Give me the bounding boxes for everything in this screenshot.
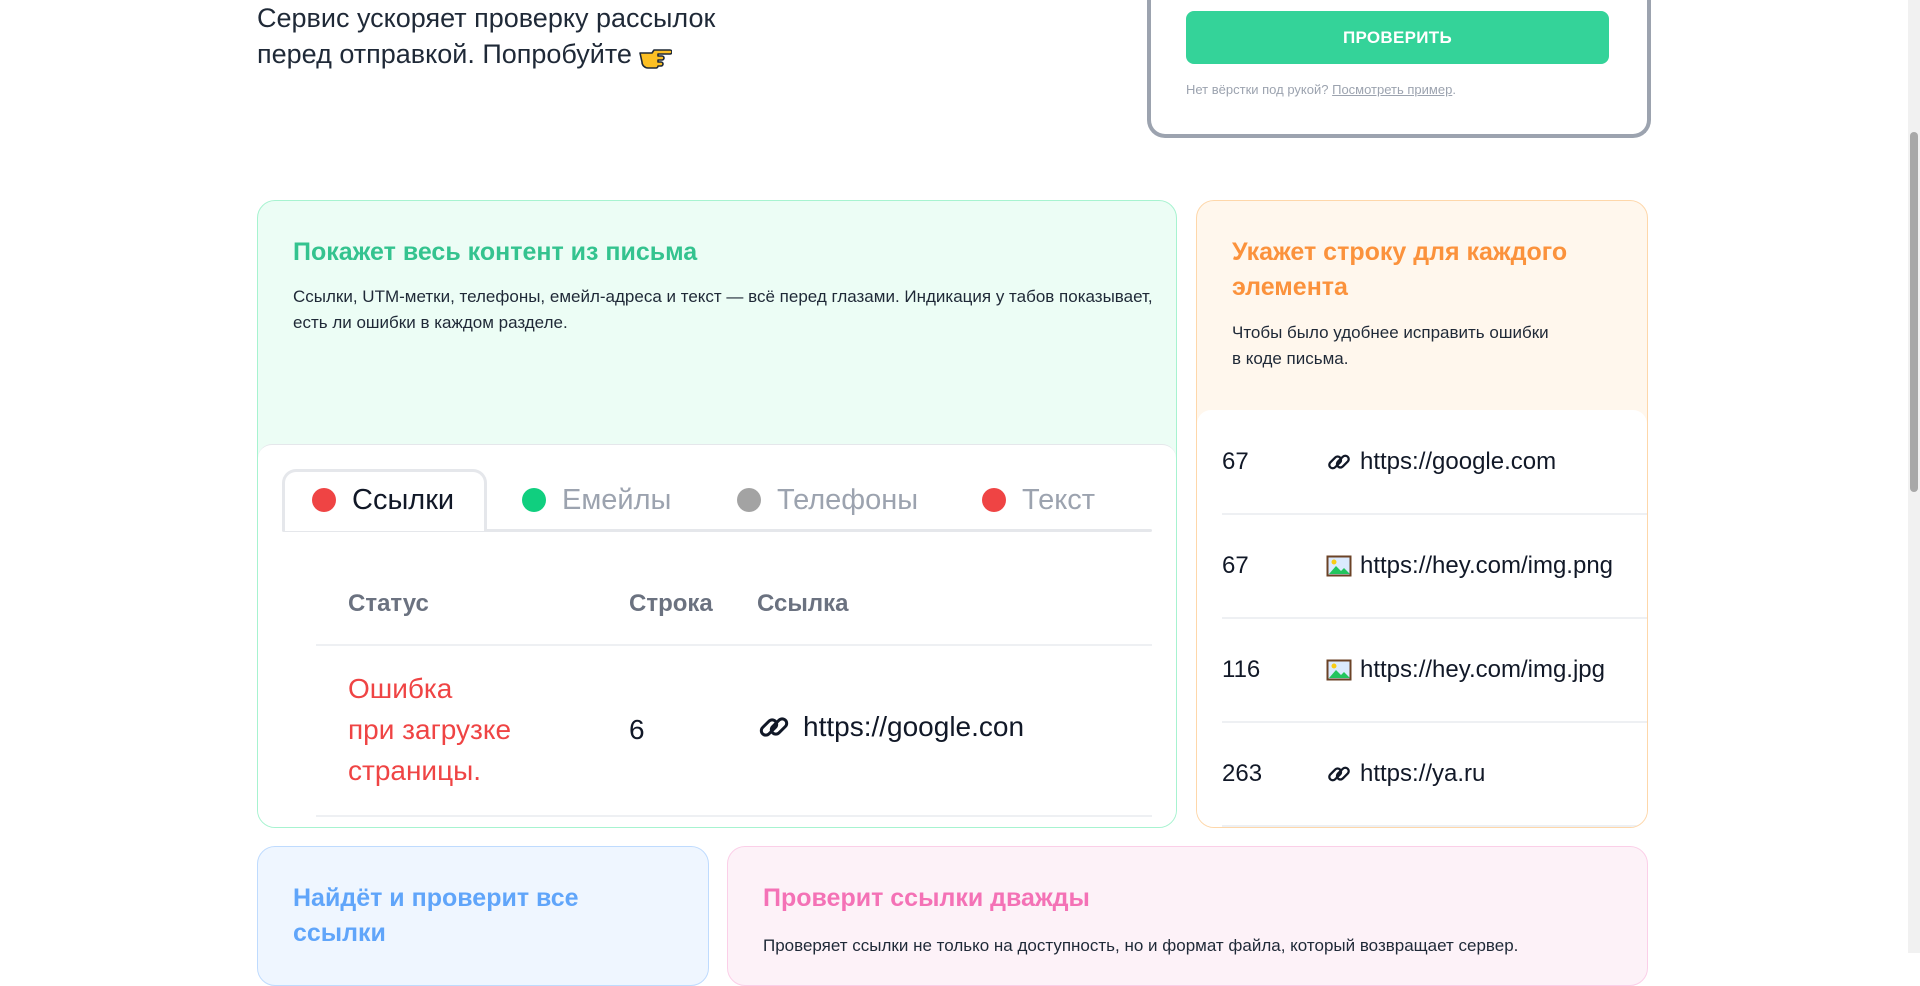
line-number: 263 [1222,759,1263,787]
list-item-link[interactable]: https://hey.com/img.jpg [1326,618,1605,721]
empty-indicator-dot [737,488,761,512]
error-indicator-dot [312,488,336,512]
list-item-link[interactable]: https://ya.ru [1326,722,1485,825]
list-item: 67 https://hey.com/img.png [1222,514,1647,619]
line-feature-card: Укажет строку для каждого элемента Чтобы… [1196,200,1648,828]
intro-text: Сервис ускоряет проверку рассылок перед … [257,0,817,72]
row-link[interactable]: https://google.con [757,710,1024,744]
content-card-title: Покажет весь контент из письма [293,238,698,266]
image-icon [1326,553,1352,579]
double-check-card-description: Проверяет ссылки не только на доступност… [763,936,1519,955]
status-error-text: Ошибка при загрузке страницы. [348,673,512,786]
no-markup-hint: Нет вёрстки под рукой? Посмотреть пример… [1186,82,1456,97]
line-card-description: Чтобы было удобнее исправить ошибки в ко… [1232,323,1549,368]
content-feature-card: Покажет весь контент из письма Ссылки, U… [257,200,1177,828]
line-number: 67 [1222,447,1249,475]
link-icon [757,710,791,744]
list-item: 263 https://ya.ru [1222,722,1647,827]
scrollbar-thumb[interactable] [1910,132,1918,492]
table-row-separator [316,815,1152,817]
error-indicator-dot [982,488,1006,512]
list-item: 67 https://google.com [1222,410,1647,515]
content-card-description: Ссылки, UTM-метки, телефоны, емейл-адрес… [293,287,1153,332]
no-markup-text: Нет вёрстки под рукой? [1186,82,1329,97]
intro-line-2: перед отправкой. Попробуйте [257,36,817,72]
line-card-title: Укажет строку для каждого элемента [1232,238,1568,301]
line-number: 116 [1222,655,1261,683]
tab-links-label: Ссылки [352,483,455,516]
link-icon [1326,449,1352,475]
view-example-link[interactable]: Посмотреть пример [1332,82,1452,97]
tab-phones[interactable]: Телефоны [737,469,918,531]
column-header-status: Статус [348,590,429,617]
intro-line-1: Сервис ускоряет проверку рассылок [257,3,716,33]
double-check-feature-card: Проверит ссылки дважды Проверяет ссылки … [727,846,1648,986]
tab-emails-label: Емейлы [562,483,672,516]
pointing-hand-icon [638,42,673,69]
double-check-card-title: Проверит ссылки дважды [763,884,1090,912]
content-tabs: Ссылки Емейлы Телефоны Текст [282,469,1152,532]
line-number: 67 [1222,551,1249,579]
find-card-title: Найдёт и проверит все ссылки [293,884,579,947]
list-item: 116 https://hey.com/img.jpg [1222,618,1647,723]
tab-text-label: Текст [1022,483,1096,516]
tab-emails[interactable]: Емейлы [522,469,671,531]
check-button[interactable]: ПРОВЕРИТЬ [1186,11,1609,64]
list-item-link[interactable]: https://hey.com/img.png [1326,514,1613,617]
tab-text[interactable]: Текст [982,469,1095,531]
content-preview-panel: Ссылки Емейлы Телефоны Текст Статус Стро… [258,444,1176,827]
row-line-number: 6 [629,714,645,745]
tab-phones-label: Телефоны [777,483,919,516]
column-header-line: Строка [629,590,713,617]
find-links-feature-card: Найдёт и проверит все ссылки [257,846,709,986]
list-item-link[interactable]: https://google.com [1326,410,1556,513]
image-icon [1326,657,1352,683]
ok-indicator-dot [522,488,546,512]
hint-period: . [1452,82,1456,97]
column-header-link: Ссылка [757,590,849,617]
tab-links[interactable]: Ссылки [312,469,454,531]
line-preview-panel: 67 https://google.com 67 https://hey.com… [1197,410,1647,827]
table-row: Ошибка при загрузке страницы. 6 https://… [258,646,1176,816]
link-icon [1326,761,1352,787]
